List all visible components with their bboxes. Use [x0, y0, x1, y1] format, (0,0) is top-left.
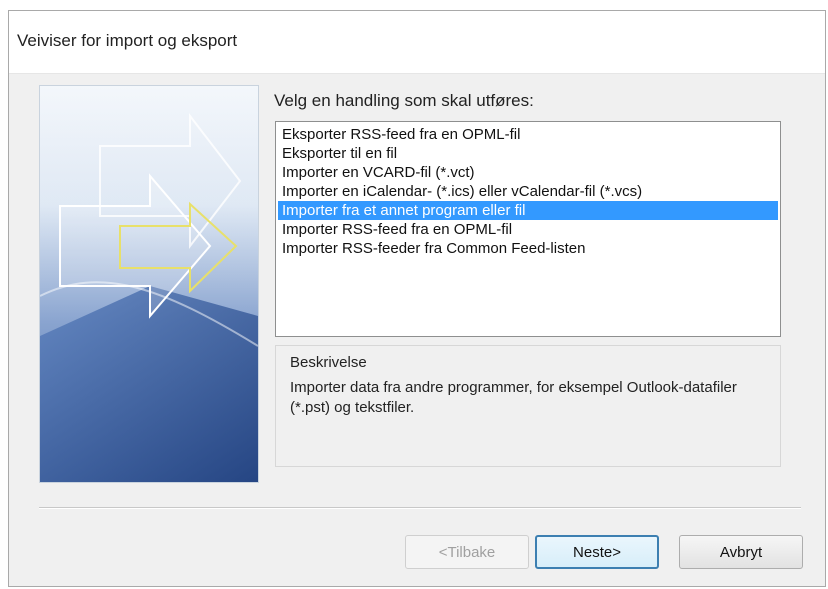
- action-listbox[interactable]: Eksporter RSS-feed fra en OPML-fil Ekspo…: [275, 121, 781, 337]
- next-button[interactable]: Neste>: [535, 535, 659, 569]
- separator: [39, 507, 801, 509]
- action-prompt-label: Velg en handling som skal utføres:: [274, 91, 534, 110]
- window-title: Veiviser for import og eksport: [17, 31, 238, 50]
- wizard-dialog: Veiviser for import og eksport Velg en h…: [8, 10, 826, 587]
- description-group: Beskrivelse Importer data fra andre prog…: [275, 345, 781, 467]
- list-item[interactable]: Eksporter til en fil: [278, 144, 778, 163]
- list-item-selected[interactable]: Importer fra et annet program eller fil: [278, 201, 778, 220]
- list-item[interactable]: Eksporter RSS-feed fra en OPML-fil: [278, 125, 778, 144]
- arrow-graphic-icon: [40, 86, 258, 482]
- wizard-banner-image: [39, 85, 259, 483]
- list-item[interactable]: Importer en VCARD-fil (*.vct): [278, 163, 778, 182]
- description-title: Beskrivelse: [290, 354, 367, 371]
- description-text: Importer data fra andre programmer, for …: [290, 379, 737, 416]
- title-bar: Veiviser for import og eksport: [9, 11, 825, 74]
- list-item[interactable]: Importer RSS-feeder fra Common Feed-list…: [278, 239, 778, 258]
- cancel-button[interactable]: Avbryt: [679, 535, 803, 569]
- back-button[interactable]: <Tilbake: [405, 535, 529, 569]
- list-item[interactable]: Importer RSS-feed fra en OPML-fil: [278, 220, 778, 239]
- list-item[interactable]: Importer en iCalendar- (*.ics) eller vCa…: [278, 182, 778, 201]
